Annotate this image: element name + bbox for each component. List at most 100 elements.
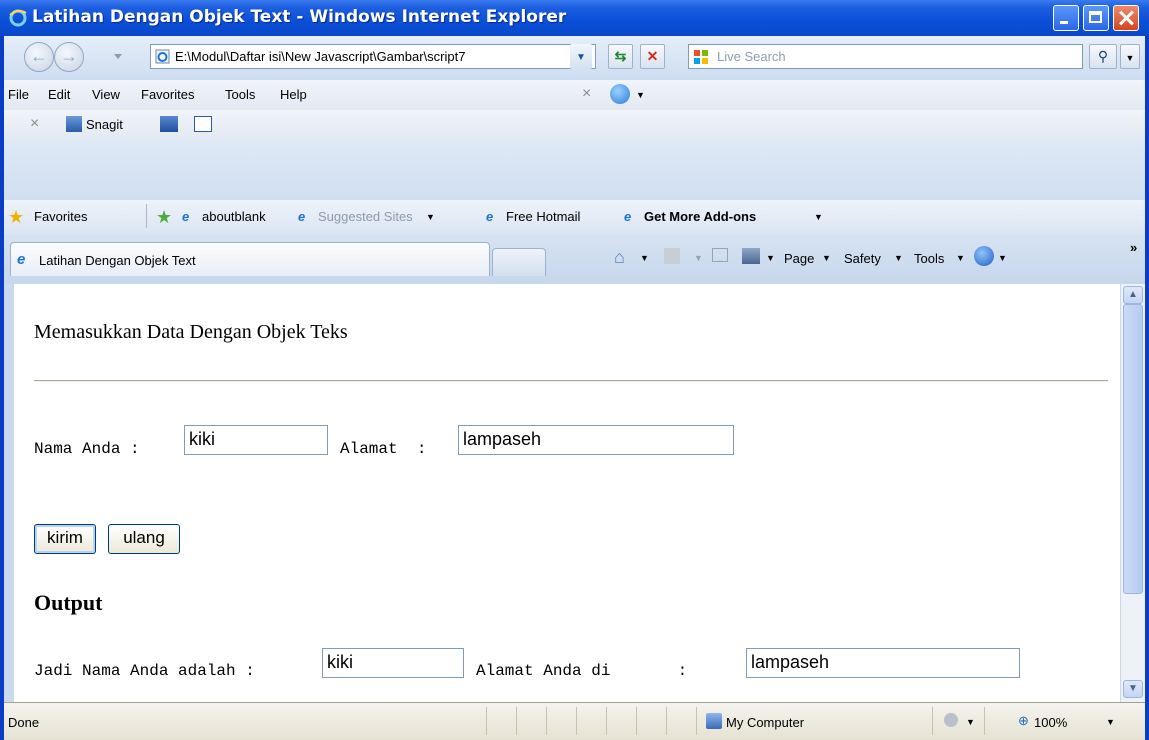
refresh-button[interactable]: ⇆ (608, 44, 633, 69)
address-bar[interactable]: E:\Modul\Daftar isi\New Javascript\Gamba… (150, 44, 596, 69)
menu-favorites[interactable]: Favorites (141, 87, 194, 102)
separator (606, 707, 607, 735)
fav-link-aboutblank[interactable]: aboutblank (202, 209, 266, 224)
chevron-down-icon[interactable]: ▼ (894, 253, 903, 263)
ulang-button[interactable]: ulang (108, 524, 180, 554)
tab-title: Latihan Dengan Objek Text (39, 253, 196, 268)
minimize-button[interactable] (1053, 5, 1079, 31)
add-favorites-icon[interactable]: ★ (156, 207, 172, 228)
ie-page-icon: e (182, 209, 190, 224)
arrow-left-icon: ← (30, 46, 48, 66)
chevron-down-icon[interactable]: ▼ (822, 253, 831, 263)
close-toolbar-icon[interactable]: × (582, 85, 591, 103)
back-button[interactable]: ← (24, 42, 54, 72)
fav-link-free-hotmail[interactable]: Free Hotmail (506, 209, 580, 224)
chevron-down-icon[interactable]: ▼ (956, 253, 965, 263)
ie-page-icon: e (486, 209, 494, 224)
menu-help[interactable]: Help (280, 87, 307, 102)
safety-menu-button[interactable]: Safety (844, 251, 881, 266)
menu-edit[interactable]: Edit (48, 87, 70, 102)
tab-row: e Latihan Dengan Objek Text ⌂ ▼ ▼ ▼ Page… (4, 234, 1145, 285)
feeds-icon[interactable] (664, 248, 680, 264)
menu-file[interactable]: File (8, 87, 29, 102)
ie-page-icon: e (17, 251, 26, 268)
chevron-down-icon[interactable]: ▼ (636, 90, 645, 100)
fav-link-get-more-addons[interactable]: Get More Add-ons (644, 209, 756, 224)
title-bar[interactable]: Latihan Dengan Objek Text - Windows Inte… (0, 0, 1149, 36)
forward-button[interactable]: → (54, 42, 84, 72)
chevron-down-icon[interactable]: ▼ (1106, 717, 1115, 727)
security-zone[interactable]: My Computer (726, 715, 804, 730)
print-icon[interactable] (742, 248, 760, 264)
separator (932, 707, 933, 735)
frame-left (4, 284, 14, 702)
scroll-thumb[interactable] (1123, 304, 1143, 594)
status-bar: Done My Computer ▼ ⊕ 100% ▼ (4, 702, 1145, 740)
read-mail-icon[interactable] (712, 248, 728, 262)
search-options-button[interactable]: ▼ (1120, 44, 1140, 69)
chevron-down-icon[interactable]: ▼ (640, 253, 649, 263)
refresh-icon: ⇆ (614, 48, 627, 64)
chevron-up-icon: ▲ (1128, 289, 1138, 300)
maximize-button[interactable] (1083, 5, 1109, 31)
out-alamat-label: Alamat Anda di : (476, 662, 688, 680)
browser-window: Latihan Dengan Objek Text - Windows Inte… (0, 0, 1149, 740)
out-nama-input[interactable]: kiki (322, 648, 464, 678)
page-icon (155, 49, 170, 64)
chevron-down-icon[interactable]: ▼ (966, 717, 975, 727)
tools-menu-button[interactable]: Tools (914, 251, 944, 266)
separator (486, 707, 487, 735)
help-icon[interactable] (974, 246, 994, 266)
window-title: Latihan Dengan Objek Text - Windows Inte… (32, 7, 567, 27)
scroll-down-button[interactable]: ▼ (1123, 680, 1143, 698)
vertical-scrollbar[interactable]: ▲ ▼ (1120, 284, 1145, 702)
arrow-right-icon: → (60, 46, 78, 66)
favorites-button[interactable]: Favorites (34, 209, 87, 224)
messenger-icon[interactable] (610, 84, 630, 104)
chevron-down-icon: ▼ (694, 253, 703, 263)
stop-button[interactable]: ✕ (640, 44, 665, 69)
address-row: ← → E:\Modul\Daftar isi\New Javascript\G… (4, 36, 1145, 81)
zoom-icon: ⊕ (1018, 713, 1029, 728)
horizontal-rule (34, 380, 1108, 382)
chevron-down-icon[interactable]: ▼ (814, 212, 823, 222)
zoom-level[interactable]: 100% (1034, 715, 1067, 730)
snagit-button[interactable]: Snagit (86, 117, 123, 132)
capture-icon[interactable] (160, 116, 178, 132)
search-button[interactable]: ⚲ (1089, 44, 1117, 69)
fav-link-suggested-sites[interactable]: Suggested Sites (318, 209, 413, 224)
kirim-button[interactable]: kirim (34, 524, 96, 554)
nama-label: Nama Anda : (34, 440, 140, 458)
chevron-down-icon[interactable]: ▼ (998, 253, 1007, 263)
search-box[interactable]: Live Search (688, 44, 1083, 69)
tab-latihan[interactable]: e Latihan Dengan Objek Text (10, 242, 490, 276)
chevron-down-icon[interactable]: ▼ (426, 212, 435, 222)
menu-tools[interactable]: Tools (225, 87, 255, 102)
page-heading: Memasukkan Data Dengan Objek Teks (34, 321, 348, 343)
scroll-up-button[interactable]: ▲ (1123, 286, 1143, 304)
address-dropdown-button[interactable]: ▼ (570, 44, 592, 69)
separator (516, 707, 517, 735)
separator (576, 707, 577, 735)
separator (146, 204, 147, 228)
favorites-star-icon: ★ (8, 207, 25, 227)
protected-mode-icon[interactable] (944, 713, 958, 727)
output-heading: Output (34, 590, 103, 615)
chevron-more-icon[interactable]: » (1130, 240, 1137, 255)
home-icon[interactable]: ⌂ (614, 247, 625, 268)
new-tab-button[interactable] (492, 248, 546, 276)
nama-input[interactable]: kiki (184, 425, 328, 455)
chevron-down-icon[interactable]: ▼ (766, 253, 775, 263)
page-menu-button[interactable]: Page (784, 251, 814, 266)
recent-pages-dropdown[interactable] (114, 54, 122, 59)
close-toolbar-icon[interactable]: × (30, 115, 39, 133)
status-text: Done (8, 715, 40, 730)
stop-icon: ✕ (646, 48, 659, 64)
out-alamat-input[interactable]: lampaseh (746, 648, 1020, 678)
page-content: Memasukkan Data Dengan Objek Teks Nama A… (14, 284, 1120, 702)
menu-view[interactable]: View (92, 87, 120, 102)
editor-icon[interactable] (194, 116, 212, 132)
separator (666, 707, 667, 735)
close-button[interactable] (1113, 5, 1139, 31)
alamat-input[interactable]: lampaseh (458, 425, 734, 455)
